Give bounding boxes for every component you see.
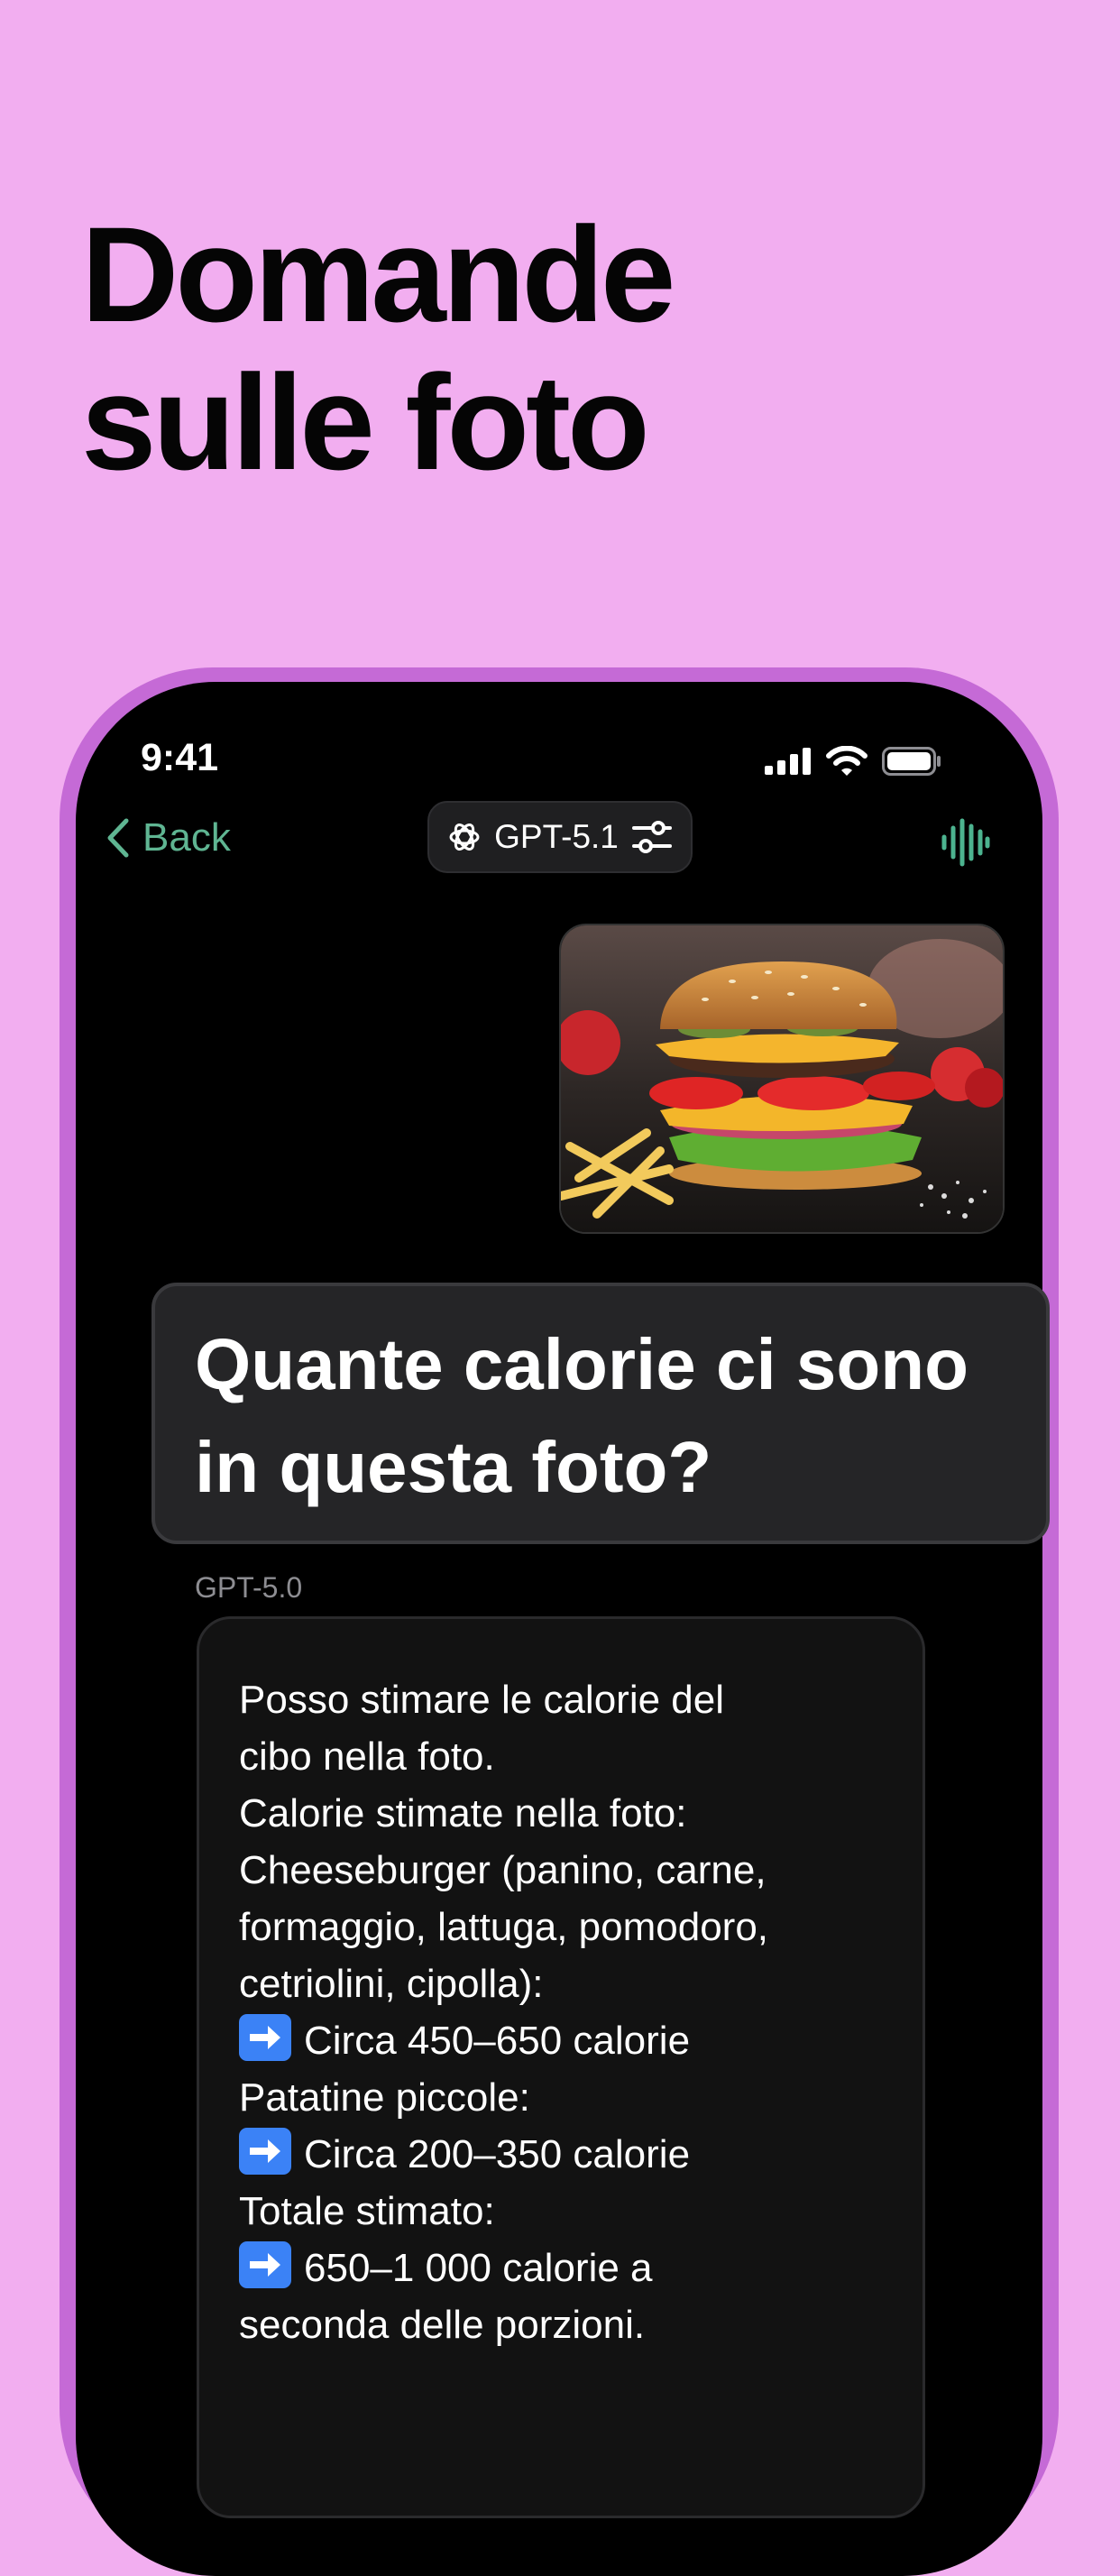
status-time: 9:41 (141, 736, 219, 779)
chevron-left-icon (107, 818, 129, 858)
answer-line: Cheeseburger (panino, carne, (239, 1848, 767, 1892)
status-icons (765, 743, 941, 779)
sliders-icon[interactable] (631, 816, 673, 858)
waveform-icon[interactable] (940, 817, 990, 868)
assistant-model-label: GPT-5.0 (195, 1571, 303, 1604)
signal-icon (765, 748, 811, 775)
battery-icon (882, 747, 941, 776)
model-selector-label: GPT-5.1 (494, 818, 619, 855)
assistant-message-bubble: Posso stimare le calorie del cibo nella … (197, 1616, 925, 2518)
answer-line-text: Circa 450–650 calorie (304, 2019, 691, 2063)
headline: Domande sulle foto (81, 198, 675, 498)
burger-photo-image (561, 925, 1003, 1232)
answer-line-text: 650–1 000 calorie a (304, 2246, 653, 2290)
answer-line: Circa 450–650 calorie (239, 2012, 883, 2069)
back-button[interactable]: Back (106, 815, 231, 860)
attached-photo[interactable] (559, 924, 1005, 1234)
answer-line: Posso stimare le calorie del (239, 1678, 725, 1722)
answer-line: formaggio, lattuga, pomodoro, (239, 1905, 769, 1949)
right-arrow-emoji-icon (239, 2128, 291, 2175)
answer-line: 650–1 000 calorie a (239, 2240, 883, 2296)
answer-line: cetriolini, cipolla): (239, 1962, 544, 2006)
answer-line: Calorie stimate nella foto: (239, 1791, 687, 1835)
right-arrow-emoji-icon (239, 2014, 291, 2061)
answer-line: Patatine piccole: (239, 2075, 530, 2120)
answer-line-text: Circa 200–350 calorie (304, 2132, 691, 2176)
right-arrow-emoji-icon (239, 2241, 291, 2288)
headline-line-1: Domande (81, 198, 675, 350)
user-message-bubble: Quante calorie ci sono in questa foto? (151, 1283, 1050, 1544)
headline-line-2: sulle foto (81, 346, 650, 498)
answer-line: seconda delle porzioni. (239, 2303, 646, 2347)
openai-logo-icon (449, 823, 480, 851)
answer-line: Totale stimato: (239, 2189, 495, 2233)
answer-line: Circa 200–350 calorie (239, 2126, 883, 2183)
wifi-icon (826, 746, 868, 776)
back-label: Back (142, 815, 231, 860)
model-selector[interactable]: GPT-5.1 (427, 801, 693, 873)
answer-line: cibo nella foto. (239, 1734, 495, 1779)
